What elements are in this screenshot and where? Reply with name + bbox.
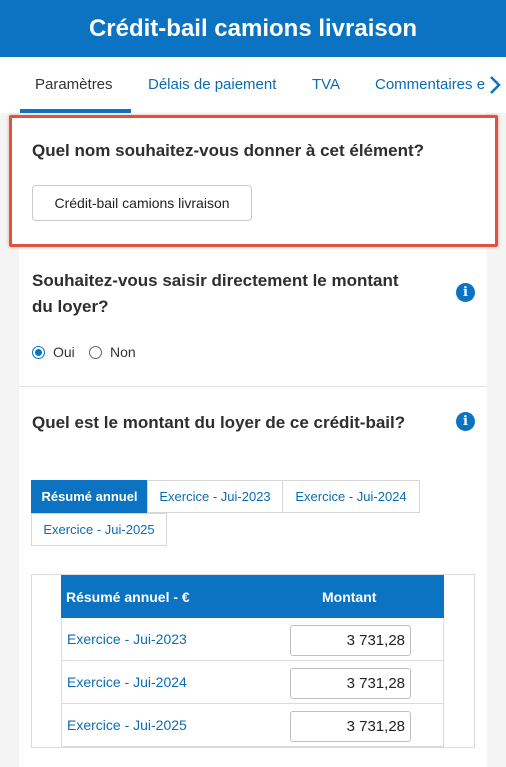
row-label[interactable]: Exercice - Jui-2025 bbox=[67, 717, 187, 733]
table-row: Exercice - Jui-2025 3 731,28 bbox=[61, 704, 444, 747]
highlighted-question-box bbox=[9, 115, 498, 247]
rent-direct-question-label: Souhaitez-vous saisir directement le mon… bbox=[32, 271, 399, 290]
rent-amount-question-label: Quel est le montant du loyer de ce crédi… bbox=[32, 413, 406, 432]
column-header-resume: Résumé annuel - € bbox=[66, 589, 190, 605]
row-label[interactable]: Exercice - Jui-2024 bbox=[67, 674, 187, 690]
tab-tva[interactable]: TVA bbox=[312, 57, 340, 113]
rent-direct-question-label-2: du loyer? bbox=[32, 297, 109, 316]
period-tab-resume-annuel[interactable]: Résumé annuel bbox=[31, 480, 148, 513]
column-header-montant: Montant bbox=[322, 589, 377, 605]
radio-non-label: Non bbox=[110, 344, 136, 360]
period-tab-jui-2023[interactable]: Exercice - Jui-2023 bbox=[147, 480, 283, 513]
row-label[interactable]: Exercice - Jui-2023 bbox=[67, 631, 187, 647]
table-row: Exercice - Jui-2024 3 731,28 bbox=[61, 661, 444, 704]
tab-parametres[interactable]: Paramètres bbox=[35, 57, 113, 113]
chevron-right-icon[interactable] bbox=[488, 75, 502, 95]
amount-input[interactable]: 3 731,28 bbox=[290, 668, 411, 699]
tab-bar: Paramètres Délais de paiement TVA Commen… bbox=[0, 57, 506, 113]
period-tab-jui-2024[interactable]: Exercice - Jui-2024 bbox=[282, 480, 420, 513]
section-divider bbox=[19, 386, 487, 387]
page-title: Crédit-bail camions livraison bbox=[0, 0, 506, 57]
amount-input[interactable]: 3 731,28 bbox=[290, 711, 411, 742]
element-name-field[interactable]: Crédit-bail camions livraison bbox=[32, 185, 252, 221]
period-tab-jui-2025[interactable]: Exercice - Jui-2025 bbox=[31, 513, 167, 546]
amount-input[interactable]: 3 731,28 bbox=[290, 625, 411, 656]
info-icon[interactable]: i bbox=[456, 412, 475, 431]
table-row: Exercice - Jui-2023 3 731,28 bbox=[61, 618, 444, 661]
table-header: Résumé annuel - € Montant bbox=[61, 575, 444, 618]
tab-commentaires[interactable]: Commentaires e bbox=[375, 57, 485, 113]
radio-oui[interactable] bbox=[32, 346, 45, 359]
radio-oui-label: Oui bbox=[53, 344, 75, 360]
info-icon[interactable]: i bbox=[456, 283, 475, 302]
tab-delais-de-paiement[interactable]: Délais de paiement bbox=[148, 57, 276, 113]
radio-non[interactable] bbox=[89, 346, 102, 359]
name-question-label: Quel nom souhaitez-vous donner à cet élé… bbox=[32, 141, 425, 160]
